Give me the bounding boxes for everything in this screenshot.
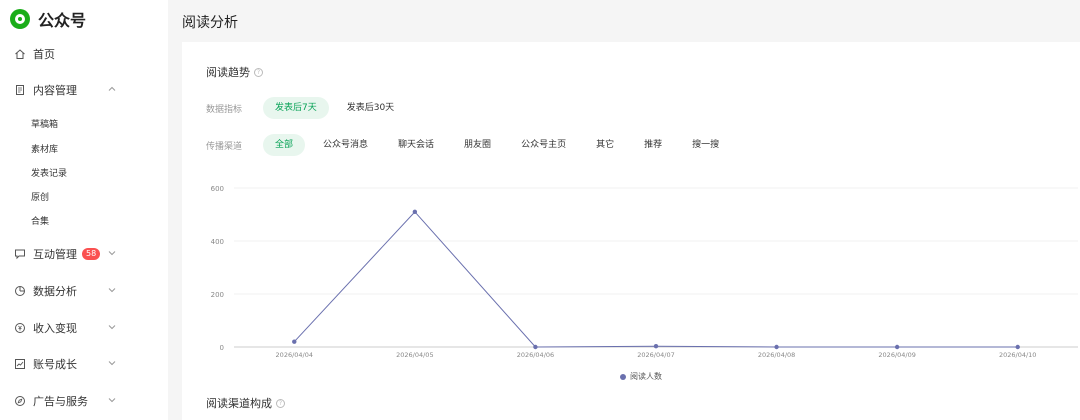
home-icon	[14, 48, 26, 60]
chevron-up-icon[interactable]	[106, 83, 118, 95]
x-tick-label: 2026/04/04	[276, 351, 313, 359]
sidebar-item-data-analysis[interactable]: 数据分析	[14, 282, 154, 300]
chevron-down-icon[interactable]	[106, 247, 118, 259]
y-tick-label: 400	[211, 238, 224, 246]
sidebar-item-ads[interactable]: 广告与服务	[14, 392, 154, 410]
sidebar-item-label: 数据分析	[33, 285, 77, 298]
x-tick-label: 2026/04/07	[637, 351, 674, 359]
sidebar-item-content[interactable]: 内容管理	[14, 81, 154, 99]
trend-icon	[14, 358, 26, 370]
chevron-down-icon[interactable]	[106, 321, 118, 333]
sidebar-item-revenue[interactable]: 收入变现	[14, 319, 154, 337]
coin-icon	[14, 322, 26, 334]
reading-trend-card: 阅读趋势 ? 数据指标 发表后7天 发表后30天 传播渠道 全部 公众号消息 聊…	[182, 42, 1080, 420]
y-tick-label: 600	[211, 185, 224, 193]
data-point	[1015, 344, 1020, 350]
sidebar-item-label: 内容管理	[33, 84, 77, 97]
document-icon	[14, 84, 26, 96]
chevron-down-icon[interactable]	[106, 284, 118, 296]
data-point	[774, 344, 779, 350]
legend-label: 阅读人数	[630, 372, 662, 381]
data-point	[894, 344, 900, 350]
data-point	[412, 209, 418, 215]
sidebar-subitem-collections[interactable]: 合集	[31, 214, 49, 227]
sidebar-subitem-drafts[interactable]: 草稿箱	[31, 117, 58, 130]
channel-composition-title-text: 阅读渠道构成	[206, 397, 272, 410]
data-point	[292, 339, 297, 344]
pie-chart-icon	[14, 285, 26, 297]
reading-trend-chart: 0 200 400 600 2026/04/04 2026/04/05 2026/04/06…	[211, 185, 1078, 359]
x-tick-label: 2026/04/05	[396, 351, 433, 359]
data-point	[533, 344, 538, 350]
app-name: 公众号	[38, 11, 87, 30]
sidebar-item-growth[interactable]: 账号成长	[14, 355, 154, 373]
x-tick-label: 2026/04/10	[999, 351, 1036, 359]
chart-legend[interactable]: 阅读人数	[620, 371, 662, 382]
sidebar: 公众号 首页 内容管理 草稿箱 素材库 发表记录 原创 合集 互动管理 58 数…	[0, 0, 168, 420]
series-line	[293, 211, 1018, 348]
x-tick-label: 2026/04/09	[878, 351, 915, 359]
sidebar-item-label: 首页	[33, 48, 55, 61]
data-point	[653, 344, 659, 349]
sidebar-subitem-materials[interactable]: 素材库	[31, 142, 58, 155]
sidebar-item-label: 广告与服务	[33, 395, 88, 408]
page-title: 阅读分析	[182, 15, 238, 31]
sidebar-subitem-publish-records[interactable]: 发表记录	[31, 166, 67, 179]
y-tick-label: 200	[211, 291, 224, 299]
chevron-down-icon[interactable]	[106, 394, 118, 406]
help-icon[interactable]: ?	[276, 398, 285, 408]
chevron-down-icon[interactable]	[106, 357, 118, 369]
sidebar-item-label: 收入变现	[33, 322, 77, 335]
chat-icon	[14, 248, 26, 260]
channel-composition-title: 阅读渠道构成 ?	[206, 395, 285, 411]
y-tick-label: 0	[220, 344, 224, 352]
sidebar-item-label: 账号成长	[33, 358, 77, 371]
legend-marker	[620, 373, 626, 380]
logo-icon	[10, 9, 30, 29]
sidebar-item-home[interactable]: 首页	[14, 45, 154, 63]
sidebar-item-interaction[interactable]: 互动管理 58	[14, 245, 154, 263]
app-logo[interactable]: 公众号	[10, 7, 86, 31]
unread-badge: 58	[82, 248, 101, 260]
sidebar-subitem-original[interactable]: 原创	[31, 190, 49, 203]
x-tick-label: 2026/04/08	[758, 351, 795, 359]
x-tick-label: 2026/04/06	[517, 351, 554, 359]
sidebar-item-label: 互动管理	[33, 248, 77, 261]
compass-icon	[14, 395, 26, 407]
